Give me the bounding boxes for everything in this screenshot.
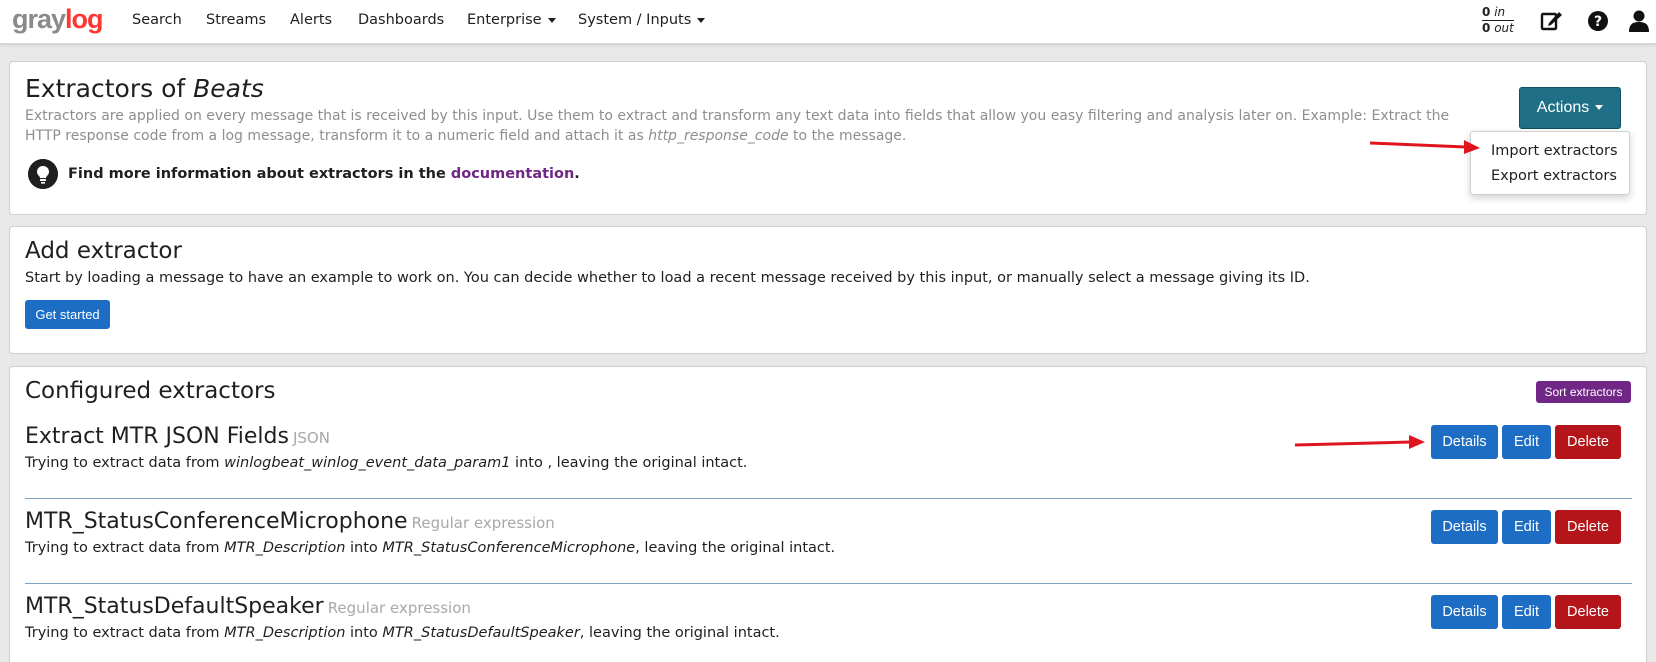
get-started-button[interactable]: Get started — [25, 300, 110, 329]
delete-button[interactable]: Delete — [1555, 595, 1621, 629]
extractor-description-suffix: , leaving the original intact. — [635, 540, 836, 556]
edit-icon[interactable] — [1539, 9, 1563, 33]
chevron-down-icon — [1595, 105, 1604, 111]
throughput-indicator[interactable]: 0 in 0 out — [1482, 5, 1514, 35]
extractor-name: MTR_StatusDefaultSpeaker — [25, 594, 324, 619]
actions-button[interactable]: Actions — [1519, 87, 1621, 129]
page-title: Extractors of Beats — [25, 74, 264, 103]
user-icon[interactable] — [1627, 9, 1651, 33]
edit-button[interactable]: Edit — [1502, 595, 1551, 629]
extractor-title: Extract MTR JSON Fields JSON — [25, 424, 330, 449]
actions-dropdown-menu: Import extractors Export extractors — [1470, 131, 1630, 195]
divider — [25, 583, 1632, 584]
extractor-name: MTR_StatusConferenceMicrophone — [25, 509, 408, 534]
annotation-arrow-icon — [1369, 140, 1480, 154]
documentation-link[interactable]: documentation — [451, 166, 574, 182]
extractor-source-field: MTR_Description — [224, 625, 346, 641]
extractor-description-prefix: Trying to extract data from — [25, 625, 225, 641]
divider — [25, 498, 1632, 499]
extractor-type: Regular expression — [411, 514, 555, 532]
extractor-description-prefix: Trying to extract data from — [25, 455, 225, 471]
extractor-title: MTR_StatusConferenceMicrophone Regular ex… — [25, 509, 555, 534]
extractor-description-suffix: , leaving the original intact. — [547, 455, 748, 471]
delete-button[interactable]: Delete — [1555, 425, 1621, 459]
chevron-down-icon — [697, 17, 706, 23]
documentation-hint-text: Find more information about extractors i… — [68, 166, 451, 182]
extractor-title: MTR_StatusDefaultSpeaker Regular expressi… — [25, 594, 471, 619]
lightbulb-icon — [28, 159, 58, 189]
nav-alerts[interactable]: Alerts — [290, 12, 332, 28]
sort-extractors-button[interactable]: Sort extractors — [1536, 381, 1631, 403]
logo-text-gray: gray — [12, 4, 66, 34]
edit-button[interactable]: Edit — [1502, 425, 1551, 459]
add-extractor-title: Add extractor — [25, 238, 182, 264]
nav-search[interactable]: Search — [132, 12, 182, 28]
logo-text-red: log — [65, 4, 103, 34]
add-extractor-description: Start by loading a message to have an ex… — [25, 270, 1310, 286]
extractor-description-into: into — [345, 540, 383, 556]
details-button[interactable]: Details — [1431, 425, 1498, 459]
extractor-type: Regular expression — [327, 599, 471, 617]
extractor-description: Trying to extract data from MTR_Descript… — [25, 540, 835, 556]
extractor-description-suffix: , leaving the original intact. — [579, 625, 780, 641]
menu-item-export-extractors[interactable]: Export extractors — [1491, 168, 1617, 184]
page-title-input: Beats — [193, 74, 264, 103]
nav-dashboards[interactable]: Dashboards — [358, 12, 444, 28]
chevron-down-icon — [547, 17, 556, 23]
description-field: http_response_code — [648, 128, 789, 144]
edit-button[interactable]: Edit — [1502, 510, 1551, 544]
annotation-arrow-icon — [1294, 435, 1425, 449]
extractor-target-field: MTR_StatusDefaultSpeaker — [382, 625, 580, 641]
configured-extractors-title: Configured extractors — [25, 378, 276, 404]
description-text-end: to the message. — [788, 128, 907, 144]
extractor-type: JSON — [292, 429, 330, 447]
extractor-description-into: into — [345, 625, 383, 641]
delete-button[interactable]: Delete — [1555, 510, 1621, 544]
extractor-source-field: winlogbeat_winlog_event_data_param1 — [224, 455, 511, 471]
nav-system-inputs[interactable]: System / Inputs — [578, 12, 706, 28]
configured-extractors-panel: Configured extractors Sort extractors Ex… — [9, 366, 1647, 662]
details-button[interactable]: Details — [1431, 510, 1498, 544]
throughput-in-label: in — [1494, 5, 1506, 19]
documentation-hint-end: . — [574, 166, 580, 182]
extractor-name: Extract MTR JSON Fields — [25, 424, 289, 449]
navbar: graylog Search Streams Alerts Dashboards… — [0, 0, 1656, 44]
actions-button-label: Actions — [1536, 99, 1590, 116]
nav-enterprise[interactable]: Enterprise — [467, 12, 556, 28]
throughput-out-label: out — [1494, 21, 1514, 35]
extractor-description-prefix: Trying to extract data from — [25, 540, 225, 556]
nav-enterprise-label: Enterprise — [467, 12, 542, 28]
page-title-prefix: Extractors of — [25, 74, 194, 103]
nav-streams[interactable]: Streams — [206, 12, 266, 28]
svg-text:?: ? — [1594, 14, 1602, 30]
details-button[interactable]: Details — [1431, 595, 1498, 629]
nav-system-inputs-label: System / Inputs — [578, 12, 692, 28]
throughput-in-value: 0 — [1482, 5, 1491, 19]
page-description: Extractors are applied on every message … — [25, 106, 1465, 146]
extractor-description: Trying to extract data from winlogbeat_w… — [25, 455, 747, 471]
add-extractor-panel: Add extractor Start by loading a message… — [9, 226, 1647, 354]
extractor-description-into: into — [510, 455, 548, 471]
extractor-target-field: MTR_StatusConferenceMicrophone — [382, 540, 636, 556]
extractor-description: Trying to extract data from MTR_Descript… — [25, 625, 780, 641]
help-icon[interactable]: ? — [1586, 9, 1610, 33]
menu-item-import-extractors[interactable]: Import extractors — [1491, 143, 1618, 159]
documentation-hint: Find more information about extractors i… — [68, 166, 580, 182]
throughput-out-value: 0 — [1482, 21, 1491, 35]
extractor-source-field: MTR_Description — [224, 540, 346, 556]
graylog-logo[interactable]: graylog — [12, 4, 104, 36]
